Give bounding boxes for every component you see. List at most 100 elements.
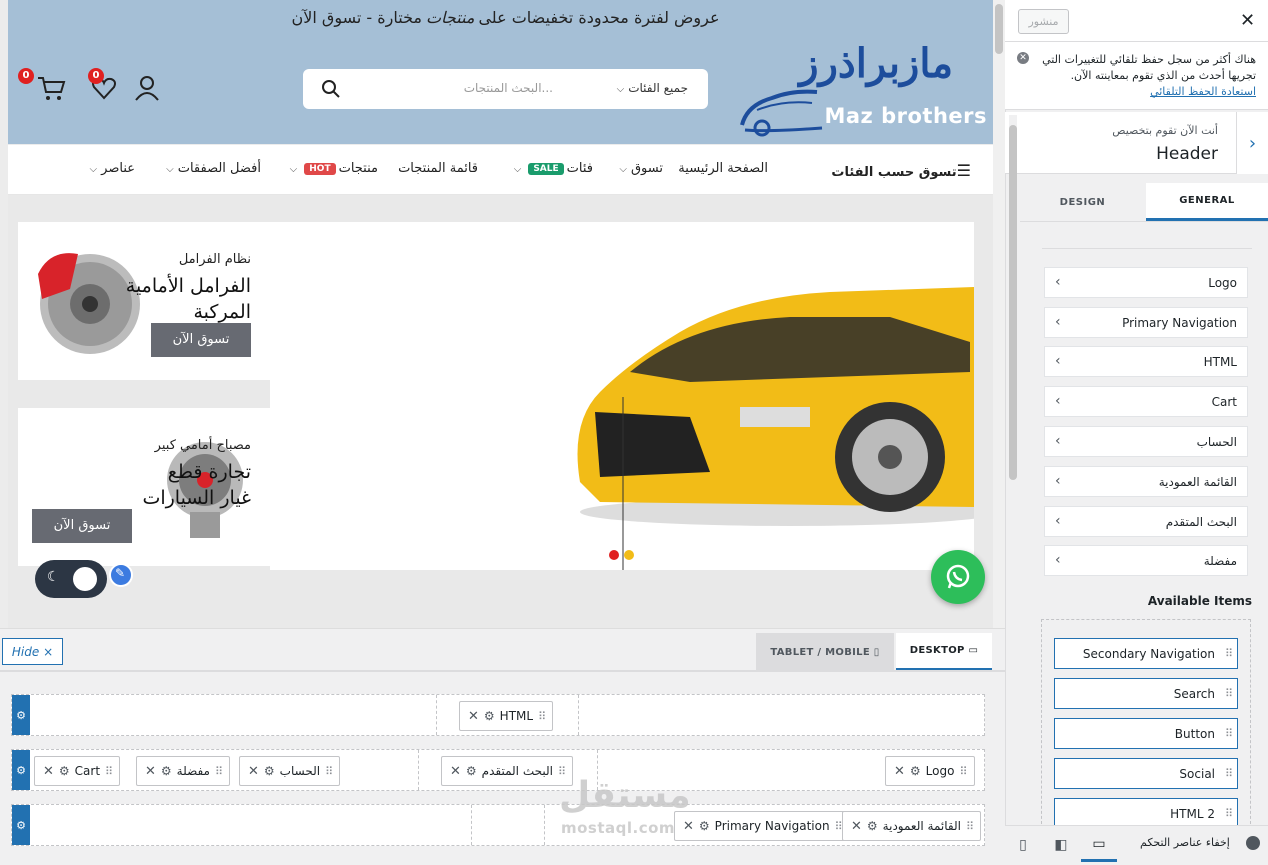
drag-handle-icon[interactable]: ⠿ xyxy=(966,820,974,833)
watermark-arabic: مستقل xyxy=(559,775,691,816)
builder-item-vertical-menu[interactable]: ✕ ⚙ القائمة العمودية ⠿ xyxy=(842,811,982,841)
available-item-secondary-navigation[interactable]: Secondary Navigation ⠿ xyxy=(1054,638,1238,669)
builder-item-html[interactable]: ✕ ⚙ HTML ⠿ xyxy=(459,701,554,731)
nav-item-best-deals[interactable]: أفضل الصفقات⌵ xyxy=(166,161,261,176)
back-button[interactable]: › xyxy=(1236,112,1268,174)
panel-item-cart[interactable]: ‹ Cart xyxy=(1044,386,1248,417)
search-bar[interactable]: ⌵ جميع الفئات البحث المنتجات... xyxy=(303,69,708,109)
drag-handle-icon[interactable]: ⠿ xyxy=(1225,647,1233,660)
slider-dot[interactable] xyxy=(624,550,634,560)
settings-icon[interactable]: ⚙ xyxy=(484,709,495,723)
tablet-preview-icon[interactable]: ◧ xyxy=(1043,828,1079,862)
panel-item-label: HTML xyxy=(1203,354,1237,369)
close-customizer-icon[interactable]: ✕ xyxy=(1240,10,1255,31)
settings-icon[interactable]: ⚙ xyxy=(867,819,878,833)
restore-autosave-link[interactable]: استعادة الحفظ التلقائي xyxy=(1150,85,1256,98)
tab-tablet-mobile-label: TABLET / MOBILE xyxy=(770,646,870,658)
mobile-preview-icon[interactable]: ▯ xyxy=(1005,828,1041,862)
slider-dot-active[interactable] xyxy=(609,550,619,560)
remove-icon[interactable]: ✕ xyxy=(851,819,862,834)
edit-shortcut-button[interactable]: ✎ xyxy=(109,563,133,587)
shop-now-button[interactable]: تسوق الآن xyxy=(32,509,132,543)
panel-scrollbar[interactable] xyxy=(1009,115,1017,855)
remove-icon[interactable]: ✕ xyxy=(468,709,479,724)
drag-handle-icon[interactable]: ⠿ xyxy=(1225,767,1233,780)
builder-item-account[interactable]: ✕ ⚙ الحساب ⠿ xyxy=(239,756,341,786)
hero-slider[interactable] xyxy=(270,222,1000,570)
promo-subtitle: نظام الفرامل xyxy=(178,252,251,267)
hide-controls-icon[interactable] xyxy=(1246,836,1260,850)
drag-handle-icon[interactable]: ⠿ xyxy=(1225,727,1233,740)
shop-now-button[interactable]: تسوق الآن xyxy=(151,323,251,357)
panel-item-advanced-search[interactable]: ‹ البحث المتقدم xyxy=(1044,506,1248,537)
nav-categories[interactable]: ☰تسوق حسب الفئات xyxy=(831,161,971,180)
builder-item-advanced-search[interactable]: ✕ ⚙ البحث المتقدم ⠿ xyxy=(441,756,574,786)
panel-item-html[interactable]: ‹ HTML xyxy=(1044,346,1248,377)
tab-desktop[interactable]: DESKTOP ▭ xyxy=(896,633,992,671)
panel-item-primary-navigation[interactable]: ‹ Primary Navigation xyxy=(1044,307,1248,338)
row-settings-gear-icon[interactable]: ⚙ xyxy=(12,750,30,790)
wishlist-button[interactable]: 0 xyxy=(88,68,118,102)
nav-item-shop[interactable]: تسوق⌵ xyxy=(619,161,663,176)
drag-handle-icon[interactable]: ⠿ xyxy=(325,765,333,778)
available-item-button[interactable]: Button ⠿ xyxy=(1054,718,1238,749)
available-item-label: HTML 2 xyxy=(1170,806,1215,821)
drag-handle-icon[interactable]: ⠿ xyxy=(215,765,223,778)
nav-item-product-list[interactable]: قائمة المنتجات xyxy=(398,161,478,176)
nav-item-elements[interactable]: عناصر⌵ xyxy=(90,161,135,176)
publish-button[interactable]: منشور xyxy=(1018,9,1069,34)
drag-handle-icon[interactable]: ⠿ xyxy=(1225,687,1233,700)
drag-handle-icon[interactable]: ⠿ xyxy=(835,820,843,833)
builder-item-wishlist[interactable]: ✕ ⚙ مفضلة ⠿ xyxy=(136,756,231,786)
available-item-search[interactable]: Search ⠿ xyxy=(1054,678,1238,709)
hide-controls-button[interactable]: إخفاء عناصر التحكم xyxy=(1140,836,1230,849)
whatsapp-button[interactable] xyxy=(931,550,985,604)
panel-item-account[interactable]: ‹ الحساب xyxy=(1044,426,1248,457)
preview-scrollbar[interactable] xyxy=(993,0,1005,628)
search-category-select[interactable]: ⌵ جميع الفئات xyxy=(617,81,688,95)
panel-item-label: Logo xyxy=(1208,275,1237,290)
nav-item-categories[interactable]: فئاتSALE ⌵ xyxy=(514,161,593,176)
drag-handle-icon[interactable]: ⠿ xyxy=(959,765,967,778)
dismiss-icon[interactable]: ✕ xyxy=(1017,52,1029,64)
remove-icon[interactable]: ✕ xyxy=(43,764,54,779)
site-logo[interactable]: مازبراذرز Maz brothers xyxy=(737,40,987,140)
settings-icon[interactable]: ⚙ xyxy=(264,764,275,778)
builder-row-top: ⚙ ✕ ⚙ HTML ⠿ xyxy=(11,694,985,736)
panel-item-logo[interactable]: ‹ Logo xyxy=(1044,267,1248,298)
panel-item-wishlist[interactable]: ‹ مفضلة xyxy=(1044,545,1248,576)
remove-icon[interactable]: ✕ xyxy=(248,764,259,779)
nav-item-products[interactable]: منتجاتHOT ⌵ xyxy=(290,161,378,176)
tab-tablet-mobile[interactable]: TABLET / MOBILE ▯ xyxy=(756,633,894,671)
cart-button[interactable]: 0 xyxy=(18,68,66,102)
scrollbar-thumb[interactable] xyxy=(1009,125,1017,480)
drag-handle-icon[interactable]: ⠿ xyxy=(538,710,546,723)
builder-item-logo[interactable]: ✕ ⚙ Logo ⠿ xyxy=(885,756,975,786)
search-icon[interactable] xyxy=(321,79,341,99)
tab-design[interactable]: DESIGN xyxy=(1020,183,1145,221)
watermark-english: mostaql.com xyxy=(561,819,676,837)
nav-item-home[interactable]: الصفحة الرئيسية xyxy=(678,161,768,176)
builder-item-cart[interactable]: ✕ ⚙ Cart ⠿ xyxy=(34,756,121,786)
row-settings-gear-icon[interactable]: ⚙ xyxy=(12,695,30,735)
settings-icon[interactable]: ⚙ xyxy=(59,764,70,778)
drag-handle-icon[interactable]: ⠿ xyxy=(1225,807,1233,820)
dark-mode-toggle[interactable]: ☾ xyxy=(35,560,107,598)
hide-builder-button[interactable]: Hide × xyxy=(2,638,63,665)
settings-icon[interactable]: ⚙ xyxy=(910,764,921,778)
remove-icon[interactable]: ✕ xyxy=(450,764,461,779)
settings-icon[interactable]: ⚙ xyxy=(161,764,172,778)
settings-icon[interactable]: ⚙ xyxy=(466,764,477,778)
panel-item-vertical-menu[interactable]: ‹ القائمة العمودية xyxy=(1044,466,1248,497)
row-settings-gear-icon[interactable]: ⚙ xyxy=(12,805,30,845)
remove-icon[interactable]: ✕ xyxy=(145,764,156,779)
scrollbar-thumb[interactable] xyxy=(995,4,1003,54)
available-item-social[interactable]: Social ⠿ xyxy=(1054,758,1238,789)
tab-general[interactable]: GENERAL xyxy=(1146,183,1268,221)
remove-icon[interactable]: ✕ xyxy=(894,764,905,779)
drag-handle-icon[interactable]: ⠿ xyxy=(105,765,113,778)
account-icon[interactable] xyxy=(133,74,161,102)
search-input[interactable]: البحث المنتجات... xyxy=(464,81,553,95)
desktop-preview-icon[interactable]: ▭ xyxy=(1081,828,1117,862)
panel-item-label: مفضلة xyxy=(1203,553,1237,568)
